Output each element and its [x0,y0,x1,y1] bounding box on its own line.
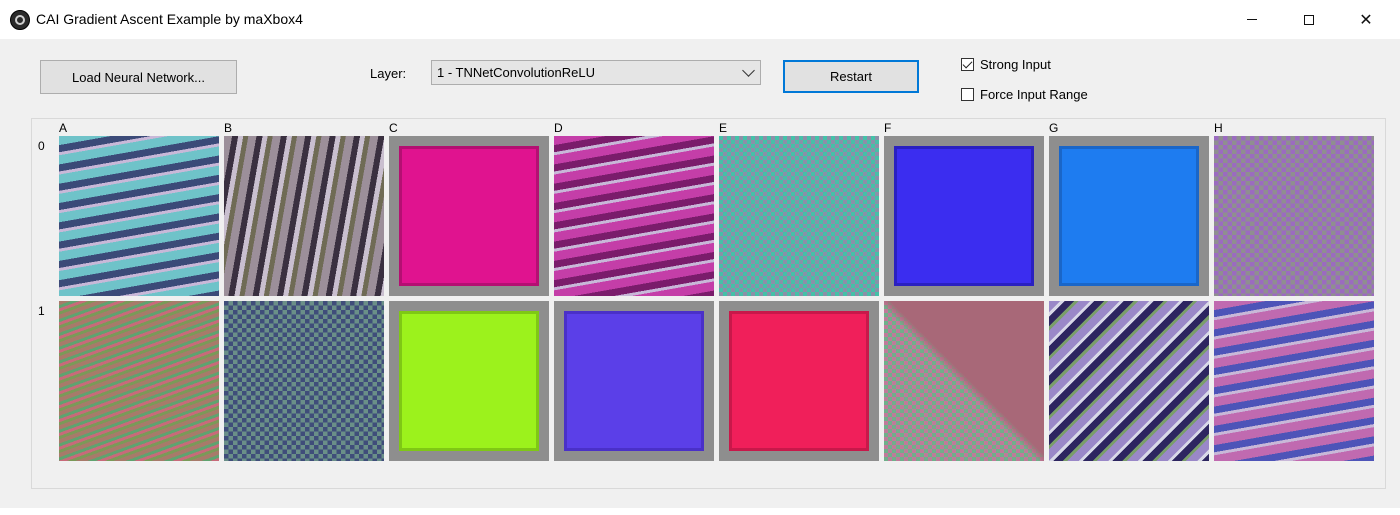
load-network-button[interactable]: Load Neural Network... [40,60,237,94]
feature-tile [59,301,219,461]
feature-tile [224,301,384,461]
strong-input-label: Strong Input [980,56,1051,72]
column-header: A [59,121,68,135]
restart-button[interactable]: Restart [783,60,919,93]
minimize-button[interactable] [1229,0,1275,39]
feature-tile [59,136,219,296]
feature-tile-core [399,311,539,451]
column-header: H [1214,121,1223,135]
feature-tile-core [564,311,704,451]
app-icon [10,10,30,30]
client-area: Load Neural Network... Layer: 1 - TNNetC… [0,39,1400,515]
column-header: E [719,121,728,135]
feature-tile [224,136,384,296]
strong-input-checkbox[interactable]: Strong Input [961,55,1051,73]
feature-tile-core [399,146,539,286]
column-header: G [1049,121,1059,135]
chevron-down-icon [742,64,755,77]
feature-tile [389,301,549,461]
close-icon: ✕ [1359,10,1373,29]
maximize-button[interactable] [1286,0,1332,39]
feature-tile [554,136,714,296]
layer-select[interactable]: 1 - TNNetConvolutionReLU [431,60,761,85]
feature-tile-core [1059,146,1199,286]
column-header: F [884,121,892,135]
feature-tile [884,301,1044,461]
feature-tile [1049,301,1209,461]
feature-tile [554,301,714,461]
feature-tile-core [729,311,869,451]
window-title: CAI Gradient Ascent Example by maXbox4 [36,11,303,27]
feature-tile [1214,136,1374,296]
close-button[interactable]: ✕ [1343,0,1389,39]
maximize-icon [1304,14,1314,25]
bottom-strip [0,508,1400,515]
feature-tile [1214,301,1374,461]
feature-tile-core [894,146,1034,286]
layer-label: Layer: [370,66,407,81]
minimize-icon [1247,19,1257,20]
feature-tile [884,136,1044,296]
force-input-range-checkbox[interactable]: Force Input Range [961,85,1088,103]
visualization-grid: A B C D E F G H 0 1 [31,118,1386,489]
feature-tile [719,301,879,461]
force-input-range-label: Force Input Range [980,86,1088,102]
title-bar: CAI Gradient Ascent Example by maXbox4 ✕ [0,0,1400,39]
checkbox-box[interactable] [961,57,974,71]
feature-tile [389,136,549,296]
row-header: 0 [38,139,45,153]
feature-tile [1049,136,1209,296]
column-header: B [224,121,233,135]
column-header: C [389,121,398,135]
checkbox-box[interactable] [961,87,974,101]
row-header: 1 [38,304,45,318]
layer-select-value: 1 - TNNetConvolutionReLU [437,65,595,80]
feature-tile [719,136,879,296]
column-header: D [554,121,563,135]
